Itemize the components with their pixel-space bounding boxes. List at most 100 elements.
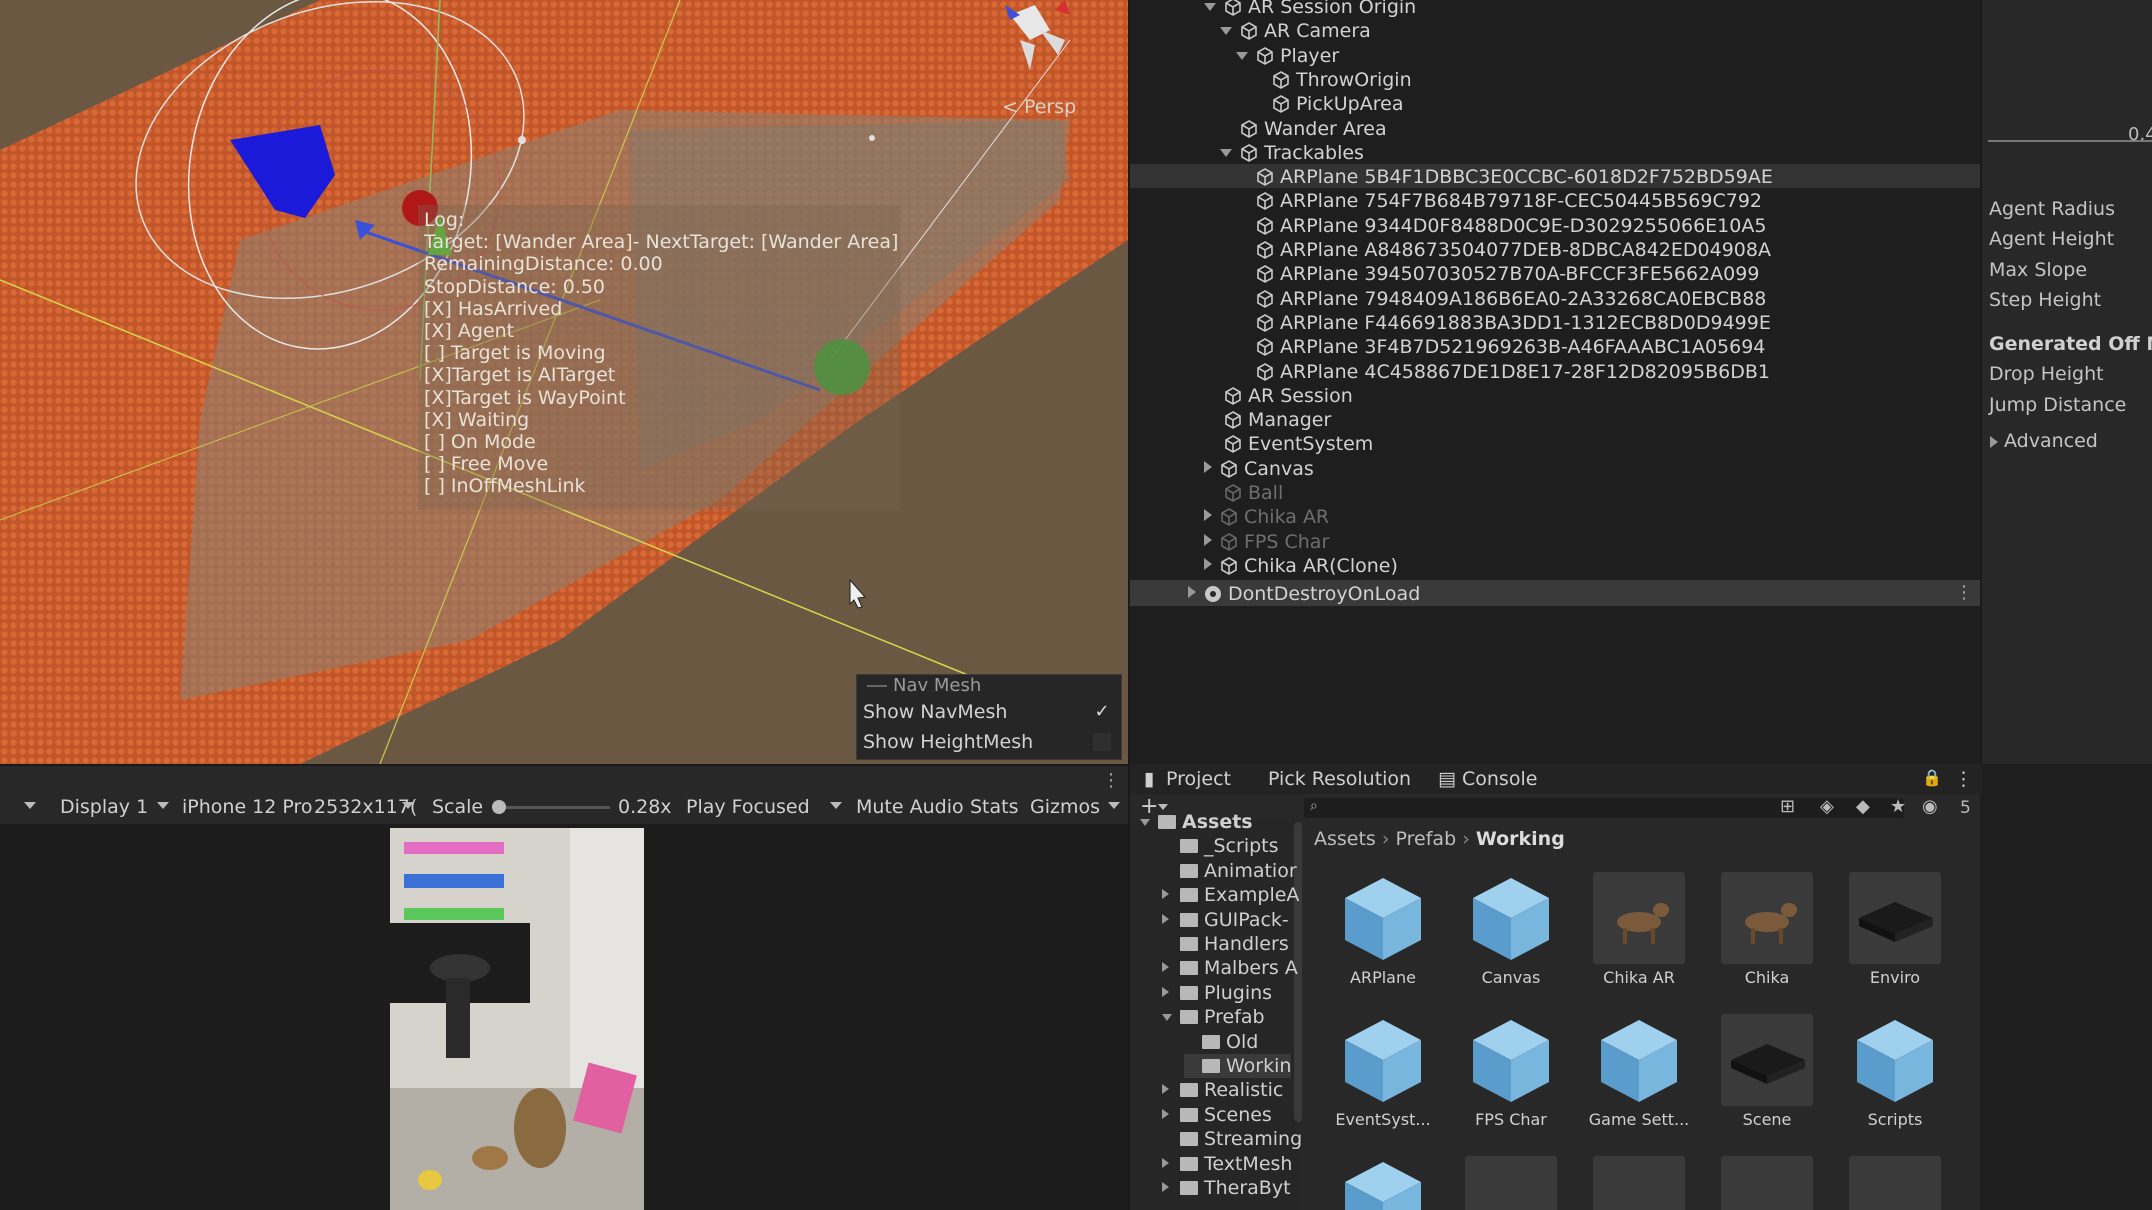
folder-item[interactable]: GUIPack-: [1162, 908, 1289, 932]
chevron-right-icon[interactable]: [1204, 557, 1212, 570]
scale-slider-track[interactable]: [500, 806, 610, 809]
folder-item[interactable]: TextMesh: [1162, 1152, 1292, 1176]
breadcrumb-assets[interactable]: Assets: [1314, 828, 1376, 850]
hierarchy-item[interactable]: ARPlane 394507030527B70A-BFCCF3FE5662A09…: [1236, 262, 1759, 286]
advanced-foldout[interactable]: Advanced: [2004, 430, 2098, 452]
hierarchy-item[interactable]: FPS Char: [1204, 530, 1329, 554]
hierarchy-item[interactable]: AR Camera: [1220, 19, 1371, 43]
navmesh-header[interactable]: Nav Mesh: [857, 675, 1121, 697]
kebab-menu-icon[interactable]: ⋮: [1954, 768, 1973, 790]
filter-icon[interactable]: ⊞: [1780, 796, 1795, 817]
hierarchy-item[interactable]: ARPlane 9344D0F8488D0C9E-D3029255066E10A…: [1236, 214, 1766, 238]
chevron-right-icon[interactable]: [1162, 889, 1169, 900]
asset-item[interactable]: Enviro: [1840, 872, 1950, 987]
label-filter-icon[interactable]: ◆: [1856, 796, 1870, 817]
chevron-down-icon[interactable]: [1162, 1014, 1172, 1022]
asset-item[interactable]: FPS Char: [1456, 1014, 1566, 1129]
display-dropdown[interactable]: Display 1: [60, 796, 148, 818]
perspective-label[interactable]: < Persp: [1002, 96, 1076, 118]
hierarchy-item[interactable]: Player: [1236, 44, 1339, 68]
hierarchy-item[interactable]: AR Session Origin: [1204, 0, 1416, 19]
hierarchy-item[interactable]: DontDestroyOnLoad: [1188, 582, 1420, 606]
device-dropdown[interactable]: iPhone 12 Pro: [182, 796, 313, 818]
asset-item[interactable]: [1456, 1156, 1566, 1210]
chevron-right-icon[interactable]: [1188, 586, 1196, 598]
chevron-right-icon[interactable]: [1162, 1157, 1169, 1168]
asset-item[interactable]: Scripts: [1840, 1014, 1950, 1129]
hierarchy-item[interactable]: ARPlane 7948409A186B6EA0-2A33268CA0EBCB8…: [1236, 287, 1766, 311]
hierarchy-item[interactable]: Ball: [1204, 481, 1283, 505]
favorite-icon[interactable]: ★: [1890, 796, 1906, 817]
type-filter-icon[interactable]: ◈: [1820, 796, 1834, 817]
hierarchy-item[interactable]: ARPlane 3F4B7D521969263B-A46FAAABC1A0569…: [1236, 335, 1765, 359]
hierarchy-item[interactable]: Chika AR: [1204, 505, 1329, 529]
folder-item[interactable]: Old: [1184, 1030, 1258, 1054]
chevron-down-icon[interactable]: [402, 802, 414, 809]
asset-item[interactable]: Chika AR: [1584, 872, 1694, 987]
play-mode-dropdown[interactable]: Play Focused: [686, 796, 810, 818]
show-heightmesh-option[interactable]: Show HeightMesh: [857, 727, 1121, 757]
chevron-down-icon[interactable]: [1140, 819, 1150, 826]
hierarchy-item[interactable]: Wander Area: [1220, 117, 1387, 141]
hierarchy-item[interactable]: PickUpArea: [1252, 92, 1403, 116]
hierarchy-item[interactable]: ARPlane 5B4F1DBBC3E0CCBC-6018D2F752BD59A…: [1236, 165, 1773, 189]
chevron-right-icon[interactable]: [1162, 986, 1169, 997]
hierarchy-item[interactable]: Chika AR(Clone): [1204, 554, 1398, 578]
chevron-right-icon[interactable]: [1204, 533, 1212, 546]
chevron-down-icon[interactable]: [830, 802, 842, 809]
chevron-down-icon[interactable]: [1220, 27, 1232, 36]
chevron-right-icon[interactable]: [1162, 1182, 1169, 1192]
chevron-right-icon[interactable]: [1204, 509, 1212, 522]
chevron-right-icon[interactable]: [1162, 1108, 1169, 1119]
asset-item[interactable]: Canvas: [1456, 872, 1566, 987]
hierarchy-item[interactable]: ARPlane A848673504077DEB-8DBCA842ED04908…: [1236, 238, 1771, 262]
asset-item[interactable]: Chika: [1712, 872, 1822, 987]
search-input[interactable]: ⌕: [1304, 798, 1904, 818]
tab-pick-resolution[interactable]: Pick Resolution: [1268, 768, 1411, 790]
chevron-right-icon[interactable]: [1204, 460, 1212, 473]
mute-audio-button[interactable]: Mute Audio: [856, 796, 964, 818]
hierarchy-item[interactable]: ThrowOrigin: [1252, 68, 1412, 92]
chevron-right-icon[interactable]: [1162, 913, 1169, 924]
folder-item[interactable]: ExampleA: [1162, 883, 1299, 907]
folder-item[interactable]: Workin: [1184, 1054, 1292, 1078]
hierarchy-item[interactable]: ARPlane F446691883BA3DD1-1312ECB8D0D9499…: [1236, 311, 1771, 335]
asset-item[interactable]: ARPlane: [1328, 872, 1438, 987]
chevron-down-icon[interactable]: [1236, 51, 1248, 60]
hierarchy-item[interactable]: AR Session: [1204, 384, 1353, 408]
chevron-down-icon[interactable]: [157, 802, 169, 809]
chevron-right-icon[interactable]: [1162, 962, 1169, 973]
chevron-right-icon[interactable]: [1162, 1084, 1169, 1095]
folder-item[interactable]: Realistic: [1162, 1078, 1283, 1102]
folder-item[interactable]: Streaming: [1162, 1127, 1302, 1151]
hierarchy-item[interactable]: Canvas: [1204, 457, 1314, 481]
hierarchy-item[interactable]: ARPlane 4C458867DE1D8E17-28F12D82095B6DB…: [1236, 360, 1770, 384]
tab-console[interactable]: Console: [1462, 768, 1537, 790]
show-navmesh-option[interactable]: Show NavMesh ✓: [857, 697, 1121, 727]
asset-item[interactable]: [1328, 1156, 1438, 1210]
stats-button[interactable]: Stats: [970, 796, 1019, 818]
folder-item[interactable]: Malbers A: [1162, 956, 1298, 980]
kebab-menu-icon[interactable]: ⋮: [1955, 582, 1973, 603]
hierarchy-item[interactable]: Manager: [1204, 408, 1331, 432]
asset-item[interactable]: Game Sett...: [1584, 1014, 1694, 1129]
chevron-down-icon[interactable]: [1220, 148, 1232, 157]
hierarchy-item[interactable]: Trackables: [1220, 141, 1364, 165]
breadcrumb-working[interactable]: Working: [1476, 828, 1565, 850]
breadcrumb-prefab[interactable]: Prefab: [1396, 828, 1457, 850]
chevron-down-icon[interactable]: [24, 802, 36, 809]
scene-view[interactable]: < Persp Log: Target: [Wander Area]- Next…: [0, 0, 1128, 764]
asset-item[interactable]: [1712, 1156, 1822, 1210]
show-navmesh-checkbox[interactable]: ✓: [1093, 703, 1111, 721]
chevron-down-icon[interactable]: [1204, 3, 1216, 11]
tab-project[interactable]: Project: [1166, 768, 1231, 790]
chevron-down-icon[interactable]: [1108, 802, 1120, 809]
folder-item[interactable]: Assets: [1140, 810, 1253, 834]
asset-item[interactable]: [1584, 1156, 1694, 1210]
hidden-eye-icon[interactable]: ◉: [1922, 796, 1938, 817]
folder-item[interactable]: _Scripts: [1162, 834, 1279, 858]
show-heightmesh-checkbox[interactable]: [1093, 733, 1111, 751]
folder-item[interactable]: Scenes: [1162, 1103, 1272, 1127]
hierarchy-item[interactable]: ARPlane 754F7B684B79718F-CEC50445B569C79…: [1236, 189, 1762, 213]
chevron-right-icon[interactable]: [1990, 436, 1998, 448]
